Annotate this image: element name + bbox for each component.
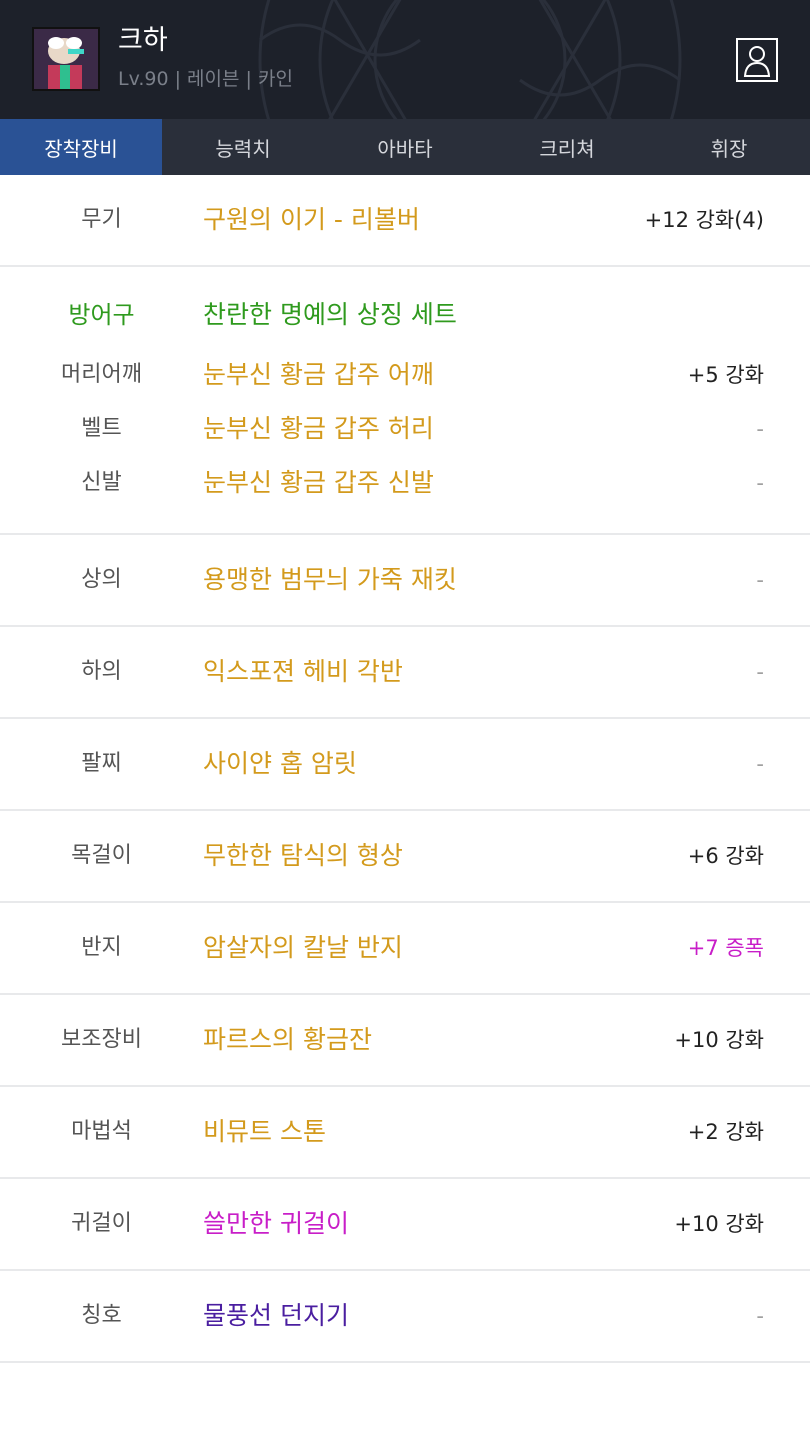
equipment-row[interactable]: 반지 암살자의 칼날 반지 +7 증폭: [0, 921, 810, 975]
tab-emblem[interactable]: 휘장: [648, 119, 810, 175]
enhance-level: +10 강화: [674, 1212, 764, 1236]
character-info: Lv.90 | 레이븐 | 카인: [118, 68, 293, 90]
set-row[interactable]: 방어구 찬란한 명예의 상징 세트: [0, 288, 810, 342]
slot-label: 하의: [81, 659, 122, 684]
weapon-section: 무기 구원의 이기 - 리볼버 +12 강화(4): [0, 175, 810, 267]
header-background-pattern: [258, 0, 682, 119]
slot-label: 반지: [81, 935, 122, 960]
character-avatar: [32, 27, 100, 91]
tab-equipment[interactable]: 장착장비: [0, 119, 162, 175]
item-name: 구원의 이기 - 리볼버: [203, 205, 420, 234]
item-name: 물풍선 던지기: [203, 1301, 349, 1330]
equipment-row[interactable]: 하의 익스포젼 헤비 각반 -: [0, 645, 810, 699]
enhance-level: -: [756, 660, 764, 684]
amplify-level: +7 증폭: [687, 936, 764, 960]
equipment-section: 하의 익스포젼 헤비 각반 -: [0, 627, 810, 719]
item-name: 무한한 탐식의 형상: [203, 841, 403, 870]
enhance-level: +12 강화(4): [644, 208, 764, 232]
equipment-row[interactable]: 벨트 눈부신 황금 갑주 허리 -: [0, 402, 810, 456]
item-name: 눈부신 황금 갑주 신발: [203, 468, 434, 497]
item-name: 용맹한 범무늬 가죽 재킷: [203, 565, 457, 594]
item-name: 파르스의 황금잔: [203, 1025, 372, 1054]
item-name: 익스포젼 헤비 각반: [203, 657, 403, 686]
tab-avatar[interactable]: 아바타: [324, 119, 486, 175]
equipment-row[interactable]: 칭호 물풍선 던지기 -: [0, 1289, 810, 1343]
equipment-row[interactable]: 상의 용맹한 범무늬 가죽 재킷 -: [0, 553, 810, 607]
equipment-row[interactable]: 신발 눈부신 황금 갑주 신발 -: [0, 456, 810, 510]
equipment-row[interactable]: 머리어깨 눈부신 황금 갑주 어깨 +5 강화: [0, 348, 810, 402]
item-name: 암살자의 칼날 반지: [203, 933, 403, 962]
slot-label: 무기: [81, 207, 122, 232]
equipment-section: 마법석 비뮤트 스톤 +2 강화: [0, 1087, 810, 1179]
enhance-level: +2 강화: [687, 1120, 764, 1144]
equipment-row[interactable]: 팔찌 사이얀 홉 암릿 -: [0, 737, 810, 791]
armor-section: 방어구 찬란한 명예의 상징 세트 머리어깨 눈부신 황금 갑주 어깨 +5 강…: [0, 267, 810, 535]
tab-stats[interactable]: 능력치: [162, 119, 324, 175]
item-name: 비뮤트 스톤: [203, 1117, 326, 1146]
equipment-section: 귀걸이 쓸만한 귀걸이 +10 강화: [0, 1179, 810, 1271]
enhance-level: +6 강화: [687, 844, 764, 868]
set-label: 방어구: [68, 301, 135, 329]
equipment-section: 반지 암살자의 칼날 반지 +7 증폭: [0, 903, 810, 995]
item-name: 사이얀 홉 암릿: [203, 749, 357, 778]
slot-label: 보조장비: [61, 1027, 142, 1052]
enhance-level: +10 강화: [674, 1028, 764, 1052]
user-profile-icon[interactable]: [736, 38, 778, 82]
slot-label: 칭호: [81, 1303, 122, 1328]
enhance-level: +5 강화: [687, 363, 764, 387]
profile-header: 크하 Lv.90 | 레이븐 | 카인: [0, 0, 810, 119]
slot-label: 머리어깨: [61, 362, 142, 387]
equipment-section: 팔찌 사이얀 홉 암릿 -: [0, 719, 810, 811]
tab-bar: 장착장비 능력치 아바타 크리쳐 휘장: [0, 119, 810, 175]
enhance-level: -: [756, 1304, 764, 1328]
tab-creature[interactable]: 크리쳐: [486, 119, 648, 175]
set-name: 찬란한 명예의 상징 세트: [203, 300, 457, 329]
equipment-section: 상의 용맹한 범무늬 가죽 재킷 -: [0, 535, 810, 627]
equipment-row[interactable]: 무기 구원의 이기 - 리볼버 +12 강화(4): [0, 193, 810, 247]
equipment-row[interactable]: 보조장비 파르스의 황금잔 +10 강화: [0, 1013, 810, 1067]
enhance-level: -: [756, 568, 764, 592]
enhance-level: -: [756, 471, 764, 495]
slot-label: 목걸이: [71, 843, 132, 868]
slot-label: 팔찌: [81, 751, 122, 776]
slot-label: 마법석: [71, 1119, 132, 1144]
equipment-row[interactable]: 목걸이 무한한 탐식의 형상 +6 강화: [0, 829, 810, 883]
slot-label: 벨트: [81, 416, 122, 441]
slot-label: 신발: [81, 470, 122, 495]
slot-label: 상의: [81, 567, 122, 592]
slot-label: 귀걸이: [71, 1211, 132, 1236]
item-name: 눈부신 황금 갑주 어깨: [203, 360, 434, 389]
enhance-level: -: [756, 752, 764, 776]
character-name: 크하: [118, 25, 168, 56]
enhance-level: -: [756, 417, 764, 441]
item-name: 눈부신 황금 갑주 허리: [203, 414, 434, 443]
equipment-section: 목걸이 무한한 탐식의 형상 +6 강화: [0, 811, 810, 903]
equipment-row[interactable]: 마법석 비뮤트 스톤 +2 강화: [0, 1105, 810, 1159]
item-name: 쓸만한 귀걸이: [203, 1209, 349, 1238]
equipment-row[interactable]: 귀걸이 쓸만한 귀걸이 +10 강화: [0, 1197, 810, 1251]
equipment-section: 칭호 물풍선 던지기 -: [0, 1271, 810, 1363]
equipment-section: 보조장비 파르스의 황금잔 +10 강화: [0, 995, 810, 1087]
